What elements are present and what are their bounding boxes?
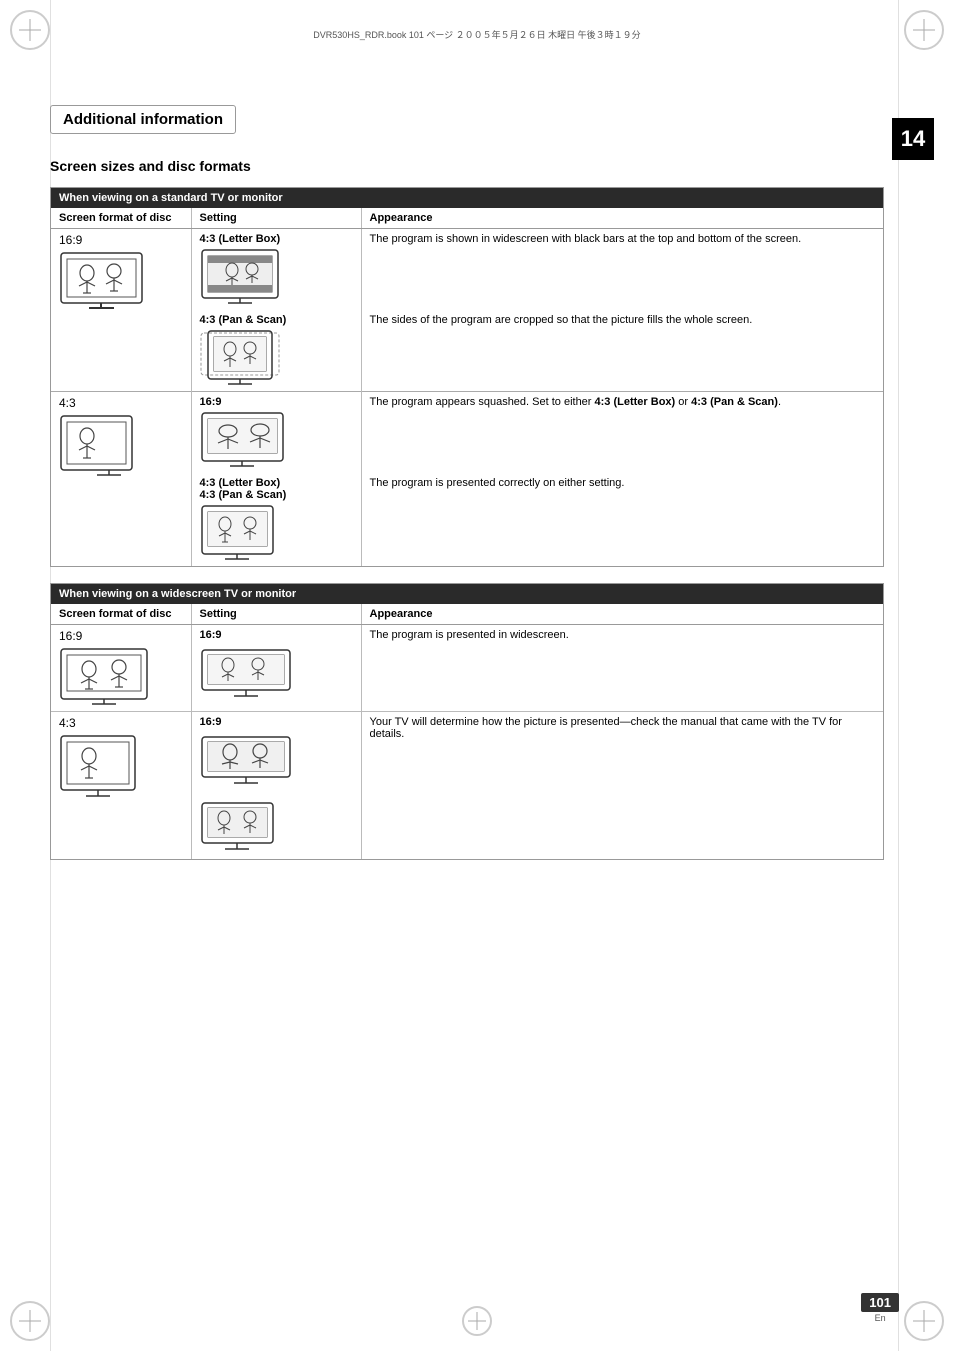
bottom-center-decoration bbox=[462, 1306, 492, 1336]
wide-setting-43-top: 16:9 bbox=[191, 712, 361, 794]
tv-letterbox-illustration bbox=[200, 248, 280, 306]
tv-43-wide-bottom bbox=[200, 797, 275, 855]
wide-row-169: 16:9 bbox=[51, 625, 883, 712]
wide-setting-169: 16:9 bbox=[191, 625, 361, 712]
wide-disc-num-169: 16:9 bbox=[59, 629, 183, 643]
std-row-43-169: 4:3 bbox=[51, 392, 883, 474]
std-setting-letterbox: 4:3 (Letter Box) bbox=[191, 229, 361, 311]
tv-panscan-illustration bbox=[200, 329, 280, 387]
page-number-area: 101 En bbox=[861, 1293, 899, 1323]
std-disc-169: 16:9 bbox=[51, 229, 191, 392]
filepath-bar: DVR530HS_RDR.book 101 ページ ２００５年５月２６日 木曜日… bbox=[60, 28, 894, 41]
corner-decoration-tl bbox=[10, 10, 50, 50]
tv-43-disc-wide bbox=[59, 734, 137, 799]
tv-wide-169-disc bbox=[59, 647, 149, 707]
bold-panscan: 4:3 (Pan & Scan) bbox=[691, 396, 778, 408]
page-lang: En bbox=[861, 1313, 899, 1323]
page-number-box: 101 bbox=[861, 1293, 899, 1312]
corner-decoration-tr bbox=[904, 10, 944, 50]
tv-correct-illustration bbox=[200, 504, 275, 562]
std-appearance-43-169: The program appears squashed. Set to eit… bbox=[361, 392, 883, 474]
standard-col-header-row: Screen format of disc Setting Appearance bbox=[51, 208, 883, 229]
col-setting-label-std: Setting bbox=[191, 208, 361, 229]
std-disc-43: 4:3 bbox=[51, 392, 191, 567]
col-disc-label-std: Screen format of disc bbox=[51, 208, 191, 229]
std-setting-43-169: 16:9 bbox=[191, 392, 361, 474]
standard-tv-table-wrapper: When viewing on a standard TV or monitor… bbox=[50, 187, 884, 567]
wide-setting-43-bottom bbox=[191, 793, 361, 859]
std-setting-panscan: 4:3 (Pan & Scan) bbox=[191, 310, 361, 392]
wide-setting-169-label: 16:9 bbox=[200, 629, 353, 641]
std-row-169-letterbox: 16:9 bbox=[51, 229, 883, 311]
widescreen-col-header-row: Screen format of disc Setting Appearance bbox=[51, 604, 883, 625]
tv-wide-output-169 bbox=[200, 644, 292, 702]
standard-tv-table: When viewing on a standard TV or monitor… bbox=[51, 188, 883, 566]
std-setting-panscan-label: 4:3 (Pan & Scan) bbox=[200, 314, 353, 326]
widescreen-header-row: When viewing on a widescreen TV or monit… bbox=[51, 584, 883, 604]
wide-appearance-43-bottom bbox=[361, 793, 883, 859]
col-appearance-label-wide: Appearance bbox=[361, 604, 883, 625]
wide-disc-num-43: 4:3 bbox=[59, 716, 183, 730]
wide-appearance-169: The program is presented in widescreen. bbox=[361, 625, 883, 712]
std-setting-43-both-label: 4:3 (Letter Box)4:3 (Pan & Scan) bbox=[200, 477, 353, 501]
wide-disc-43: 4:3 bbox=[51, 712, 191, 860]
std-appearance-43-both: The program is presented correctly on ei… bbox=[361, 473, 883, 566]
wide-disc-169: 16:9 bbox=[51, 625, 191, 712]
col-setting-label-wide: Setting bbox=[191, 604, 361, 625]
tv-illustration-169-std bbox=[59, 251, 144, 311]
std-setting-43-both: 4:3 (Letter Box)4:3 (Pan & Scan) bbox=[191, 473, 361, 566]
std-appearance-panscan: The sides of the program are cropped so … bbox=[361, 310, 883, 392]
std-disc-num-43: 4:3 bbox=[59, 396, 183, 410]
std-disc-num-169: 16:9 bbox=[59, 233, 183, 247]
tv-squashed-illustration bbox=[200, 411, 285, 469]
tv-43-disc-illustration bbox=[59, 414, 134, 479]
widescreen-tv-table: When viewing on a widescreen TV or monit… bbox=[51, 584, 883, 859]
wide-setting-43-top-label: 16:9 bbox=[200, 716, 353, 728]
corner-decoration-br bbox=[904, 1301, 944, 1341]
tv-43-wide-top bbox=[200, 731, 292, 789]
col-appearance-label-std: Appearance bbox=[361, 208, 883, 229]
section-title: Additional information bbox=[50, 105, 236, 134]
main-content: Additional information Screen sizes and … bbox=[50, 105, 884, 876]
wide-appearance-43-top: Your TV will determine how the picture i… bbox=[361, 712, 883, 794]
page-wrapper: DVR530HS_RDR.book 101 ページ ２００５年５月２６日 木曜日… bbox=[0, 0, 954, 1351]
widescreen-tv-table-wrapper: When viewing on a widescreen TV or monit… bbox=[50, 583, 884, 860]
subsection-heading: Screen sizes and disc formats bbox=[50, 158, 884, 177]
col-disc-label-wide: Screen format of disc bbox=[51, 604, 191, 625]
bold-letterbox: 4:3 (Letter Box) bbox=[595, 396, 676, 408]
corner-decoration-bl bbox=[10, 1301, 50, 1341]
std-setting-letterbox-label: 4:3 (Letter Box) bbox=[200, 233, 353, 245]
crosshair-circle-bottom bbox=[462, 1306, 492, 1336]
chapter-badge: 14 bbox=[892, 118, 934, 160]
wide-row-43: 4:3 bbox=[51, 712, 883, 794]
std-appearance-letterbox: The program is shown in widescreen with … bbox=[361, 229, 883, 311]
standard-header-label: When viewing on a standard TV or monitor bbox=[51, 188, 883, 208]
standard-header-row: When viewing on a standard TV or monitor bbox=[51, 188, 883, 208]
std-setting-43-169-label: 16:9 bbox=[200, 396, 353, 408]
widescreen-header-label: When viewing on a widescreen TV or monit… bbox=[51, 584, 883, 604]
right-margin-line bbox=[898, 0, 899, 1351]
